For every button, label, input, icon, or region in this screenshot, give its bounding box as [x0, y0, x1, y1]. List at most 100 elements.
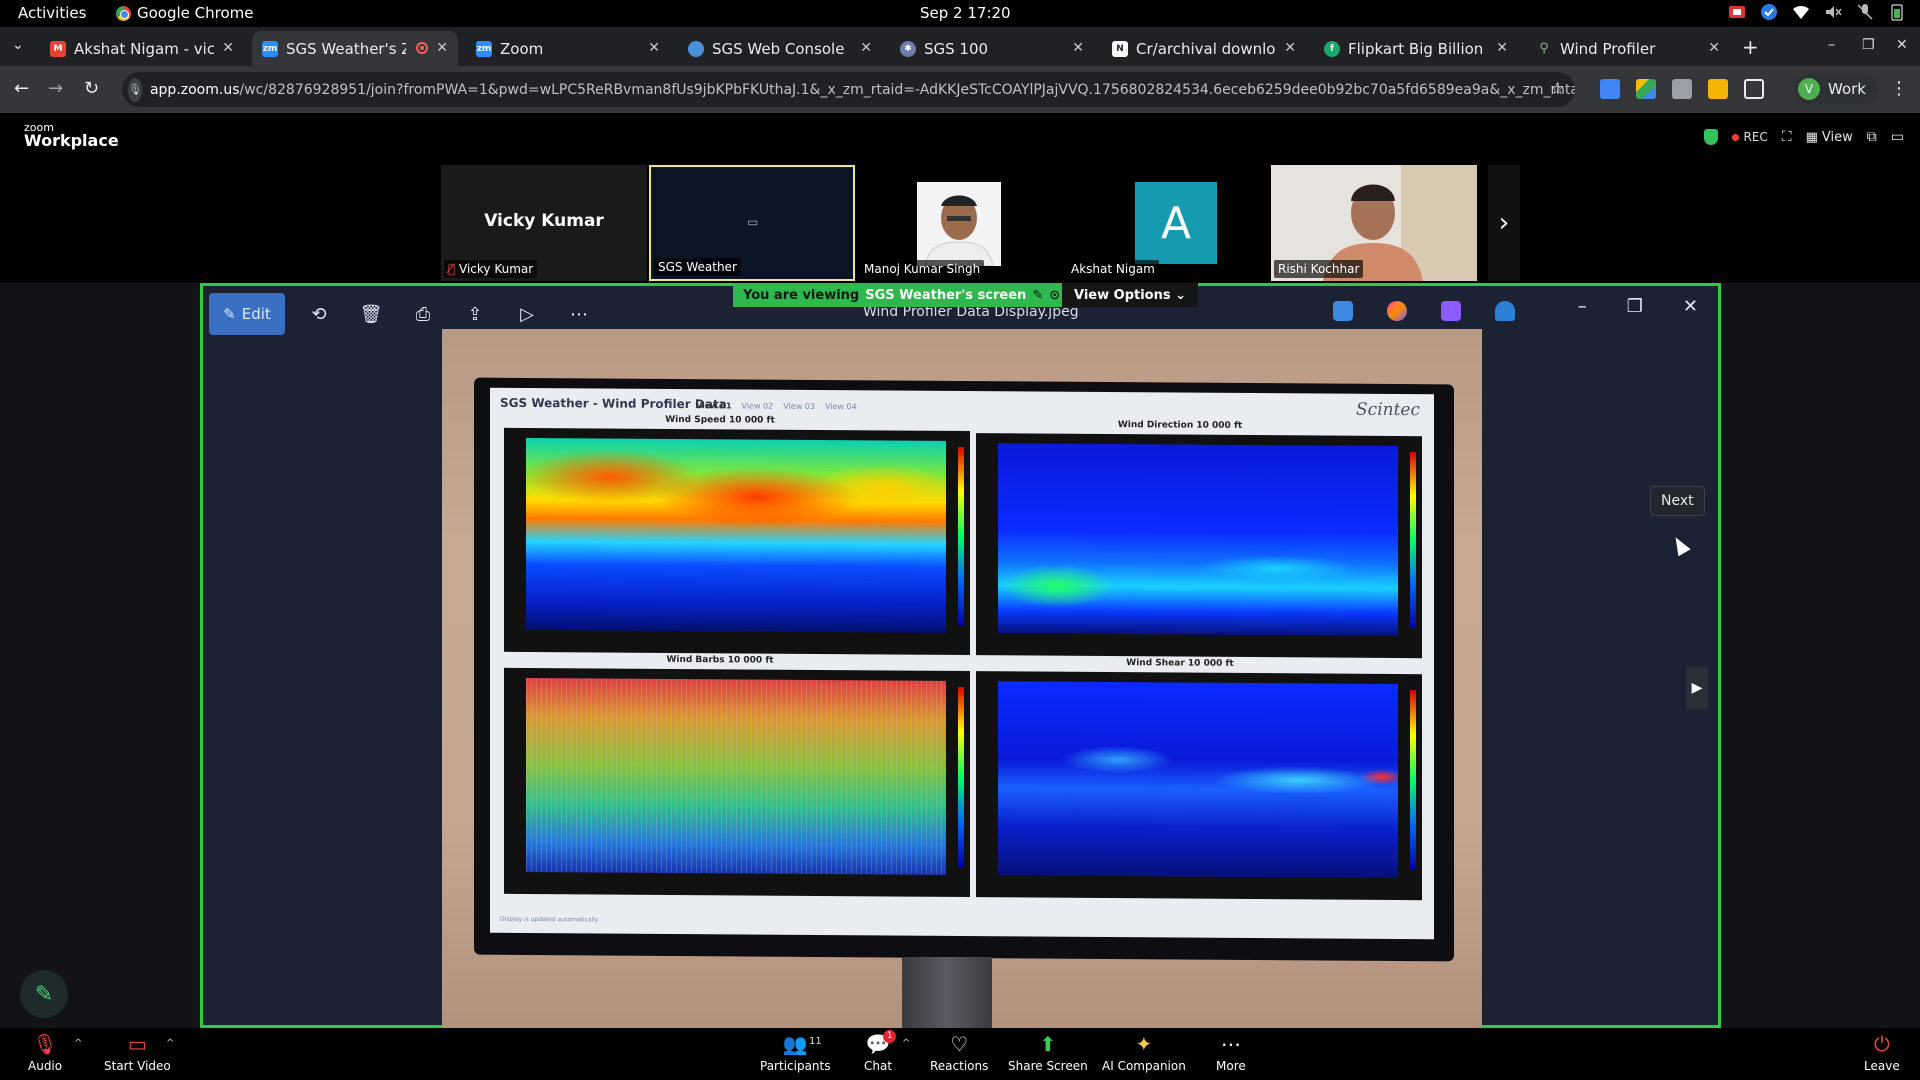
fullscreen-icon[interactable]: ⛶	[1782, 129, 1792, 145]
view-tab-03: View 03	[783, 401, 815, 411]
close-tab-icon[interactable]: ✕	[860, 40, 872, 56]
extensions-puzzle-icon[interactable]	[1744, 79, 1764, 99]
tab-zoom[interactable]: zm Zoom ✕	[466, 31, 670, 66]
app-menu[interactable]: Google Chrome	[116, 4, 254, 22]
copilot-icon[interactable]	[1387, 301, 1407, 321]
close-tab-icon[interactable]: ✕	[222, 40, 234, 56]
onedrive-icon[interactable]	[1495, 301, 1515, 321]
keep-extension-icon[interactable]	[1708, 79, 1728, 99]
rec-dot-icon	[1732, 133, 1740, 141]
wind-speed-colorbar	[958, 446, 964, 625]
popout-icon[interactable]: ▭	[1891, 129, 1904, 145]
edit-button[interactable]: ✎ Edit	[209, 293, 285, 335]
photos-editor-icon[interactable]	[1333, 301, 1353, 321]
profile-button[interactable]: V Work	[1794, 74, 1878, 104]
participant-tile-manoj-kumar-singh[interactable]: Manoj Kumar Singh	[857, 165, 1063, 281]
share-screen-button[interactable]: ⬆ Share Screen	[1008, 1032, 1088, 1073]
reactions-button[interactable]: ♡ Reactions	[930, 1032, 988, 1073]
browser-menu-icon[interactable]: ⋮	[1890, 78, 1908, 99]
delete-icon[interactable]: 🗑	[345, 293, 397, 335]
close-tab-icon[interactable]: ✕	[1284, 40, 1296, 56]
close-tab-icon[interactable]: ✕	[648, 40, 660, 56]
screen-record-icon[interactable]	[1728, 3, 1746, 21]
reactions-label: Reactions	[930, 1059, 989, 1073]
drive-extension-icon[interactable]	[1636, 79, 1656, 99]
chat-options-chevron-icon[interactable]: ^	[902, 1038, 910, 1049]
minimize-window-icon[interactable]: –	[1828, 37, 1835, 53]
restore-icon[interactable]: ❐	[1627, 296, 1643, 317]
next-image-arrow-icon[interactable]: ▶	[1686, 666, 1708, 710]
tab-wind-profiler[interactable]: ⚲ Wind Profiler ✕	[1526, 31, 1730, 66]
tab-flipkart[interactable]: f Flipkart Big Billion D ✕	[1314, 31, 1518, 66]
rotate-icon[interactable]: ⟲	[293, 293, 345, 335]
clock[interactable]: Sep 2 17:20	[920, 4, 1011, 22]
shared-screen[interactable]: ✎ Edit ⟲ 🗑 ⎙ ⇪ ▷ ⋯ Wind Profiler Data Dis…	[200, 283, 1721, 1028]
more-button[interactable]: ⋯ More	[1216, 1032, 1246, 1073]
app-indicator-icon[interactable]	[1760, 3, 1778, 21]
ai-companion-button[interactable]: ✦ AI Companion	[1102, 1032, 1186, 1073]
close-tab-icon[interactable]: ✕	[1072, 40, 1084, 56]
close-icon[interactable]: ✕	[1683, 296, 1698, 317]
participant-tile-akshat-nigam[interactable]: A Akshat Nigam	[1064, 165, 1270, 281]
chat-button[interactable]: 💬 1 Chat	[864, 1030, 897, 1073]
bookmark-star-icon[interactable]: ☆	[1550, 79, 1565, 99]
security-shield-icon[interactable]	[1704, 129, 1719, 145]
picture-in-picture-icon[interactable]: ⧉	[1867, 129, 1877, 145]
remote-control-icon[interactable]: ⊙	[1049, 288, 1060, 303]
chat-icon: 💬 1	[866, 1030, 897, 1056]
edit-icon: ✎	[223, 305, 236, 323]
tab-sgs-web-console[interactable]: SGS Web Console ✕	[678, 31, 882, 66]
participant-tile-sgs-weather[interactable]: ▭ SGS Weather	[649, 165, 855, 281]
audio-button[interactable]: 🎙 Audio	[28, 1032, 62, 1073]
battery-icon[interactable]	[1888, 3, 1906, 21]
volume-muted-icon[interactable]	[1824, 3, 1842, 21]
forward-icon[interactable]: →	[48, 78, 63, 99]
next-participants-chevron-icon[interactable]: ›	[1488, 165, 1520, 281]
participant-tile-rishi-kochhar[interactable]: Rishi Kochhar	[1271, 165, 1477, 281]
system-tray[interactable]	[1728, 3, 1906, 21]
new-tab-button[interactable]: +	[1742, 35, 1759, 59]
address-bar[interactable]: 🎙 app.zoom.us /wc/82876928951/join?fromP…	[122, 72, 1575, 107]
leave-button[interactable]: ⏻ Leave	[1864, 1032, 1900, 1073]
annotation-pencil-button[interactable]: ✎	[20, 970, 68, 1018]
recording-indicator[interactable]: REC	[1732, 130, 1768, 144]
participant-tile-vicky-kumar[interactable]: Vicky Kumar 🎙̸ Vicky Kumar	[441, 165, 647, 281]
tab-gmail[interactable]: M Akshat Nigam - vicky ✕	[40, 31, 244, 66]
tab-sgs-weather-zoom[interactable]: zm SGS Weather's Zo ✕	[252, 31, 458, 66]
tab-archival-download[interactable]: N Cr/archival downloa ✕	[1102, 31, 1306, 66]
url-host: app.zoom.us	[149, 81, 240, 98]
annotate-pen-icon[interactable]: ✎	[1032, 288, 1043, 303]
audio-options-chevron-icon[interactable]: ^	[74, 1038, 82, 1049]
restore-window-icon[interactable]: ❐	[1862, 37, 1875, 53]
close-tab-icon[interactable]: ✕	[1708, 40, 1720, 56]
video-options-chevron-icon[interactable]: ^	[166, 1038, 174, 1049]
reload-icon[interactable]: ↻	[84, 78, 99, 99]
close-tab-icon[interactable]: ✕	[436, 40, 448, 56]
printer-extension-icon[interactable]	[1672, 79, 1692, 99]
close-window-icon[interactable]: ✕	[1896, 37, 1908, 53]
tab-sgs-100[interactable]: ✱ SGS 100 ✕	[890, 31, 1094, 66]
minimize-icon[interactable]: –	[1578, 296, 1587, 317]
more-icon: ⋯	[1220, 1032, 1241, 1056]
tab-title: Zoom	[500, 39, 544, 58]
microphone-muted-icon[interactable]	[1856, 3, 1874, 21]
ai-companion-label: AI Companion	[1102, 1059, 1186, 1073]
wifi-icon[interactable]	[1792, 3, 1810, 21]
start-video-button[interactable]: ▭ Start Video	[104, 1032, 171, 1073]
activities-button[interactable]: Activities	[18, 4, 86, 22]
wind-profiler-photo: SGS Weather - Wind Profiler Data View 01…	[442, 329, 1482, 1028]
back-icon[interactable]: ←	[14, 78, 29, 99]
translate-extension-icon[interactable]	[1600, 79, 1620, 99]
participant-display-name: Vicky Kumar	[484, 211, 604, 231]
monitor: SGS Weather - Wind Profiler Data View 01…	[474, 377, 1454, 962]
view-options-dropdown[interactable]: View Options ⌄	[1062, 283, 1199, 307]
tab-search-icon[interactable]: ⌄	[12, 37, 24, 53]
close-tab-icon[interactable]: ✕	[1496, 40, 1508, 56]
clipchamp-icon[interactable]	[1441, 301, 1461, 321]
heart-icon: ♡	[950, 1032, 969, 1056]
browser-tab-strip: ⌄ M Akshat Nigam - vicky ✕ zm SGS Weathe…	[0, 27, 1920, 66]
participant-photo	[917, 182, 1001, 266]
view-button[interactable]: ▦ View	[1806, 130, 1853, 145]
participants-button[interactable]: 👥 11 Participants	[760, 1032, 831, 1073]
site-info-icon[interactable]: 🎙	[128, 77, 142, 102]
